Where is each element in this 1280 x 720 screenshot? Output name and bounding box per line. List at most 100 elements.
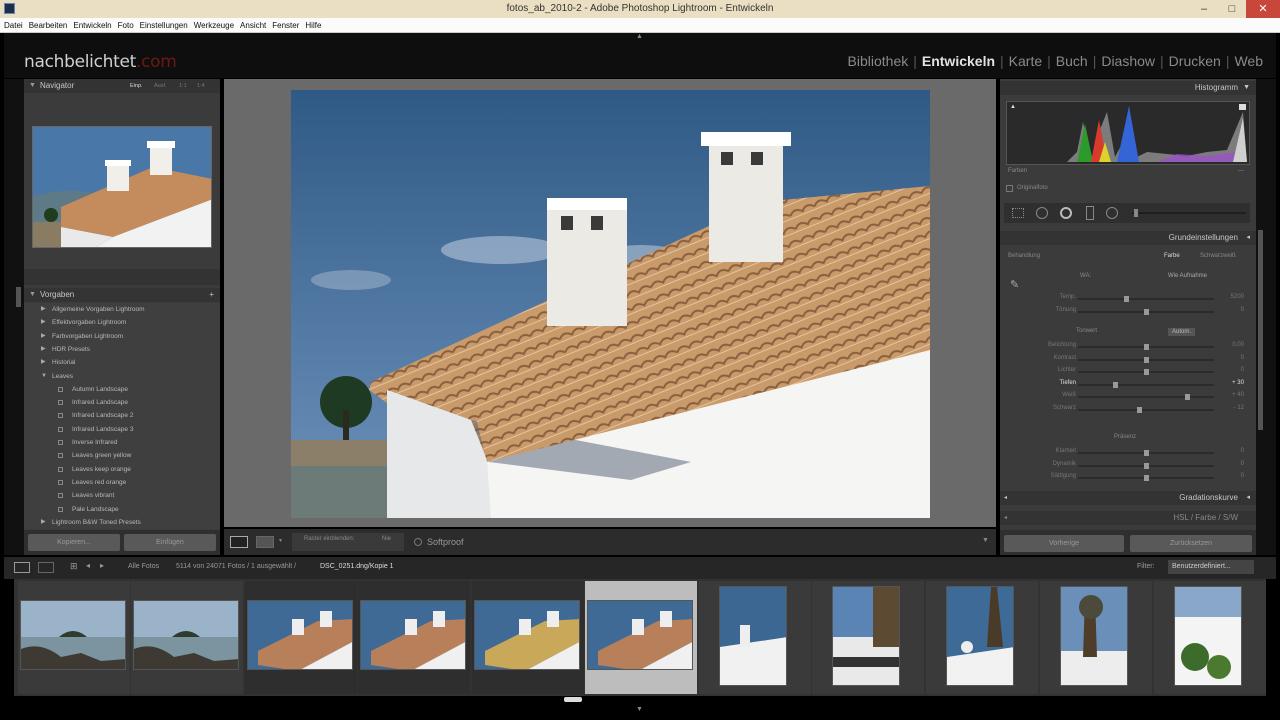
slider-track[interactable]: [1078, 475, 1214, 481]
hsl-header[interactable]: ◂ HSL / Farbe / S/W: [1000, 511, 1256, 525]
filmstrip-thumbnail[interactable]: [946, 586, 1014, 686]
slider-track[interactable]: [1078, 296, 1214, 302]
slider-value[interactable]: - 12: [1204, 405, 1244, 411]
loupe-view-icon[interactable]: [230, 536, 248, 548]
preset-item[interactable]: Pale Landscape: [24, 503, 220, 516]
slider-value[interactable]: 0: [1204, 448, 1244, 454]
filmstrip-thumbnail[interactable]: [247, 600, 353, 670]
previous-button[interactable]: Vorherige: [1004, 535, 1124, 552]
slider-knob[interactable]: [1185, 394, 1191, 400]
module-web[interactable]: Web: [1229, 53, 1268, 69]
preset-item[interactable]: Leaves red orange: [24, 476, 220, 489]
preset-folder[interactable]: ▶ Lightroom B&W Toned Presets: [24, 516, 220, 529]
preset-item[interactable]: Leaves keep orange: [24, 463, 220, 476]
folder-triangle-icon[interactable]: ▼: [41, 370, 47, 383]
histogram-header[interactable]: Histogramm ▼: [1000, 81, 1256, 95]
slider-track[interactable]: [1078, 309, 1214, 315]
folder-triangle-icon[interactable]: ▶: [41, 316, 46, 329]
presets-header[interactable]: ▼ Vorgaben +: [24, 288, 220, 302]
grid-overlay-control[interactable]: Raster einblenden: Nie: [292, 533, 404, 551]
module-buch[interactable]: Buch: [1051, 53, 1093, 69]
folder-triangle-icon[interactable]: ▶: [41, 516, 46, 529]
zoom-fit[interactable]: Einp.: [130, 79, 143, 93]
basic-header[interactable]: Grundeinstellungen ◂: [1000, 231, 1256, 245]
slider-track[interactable]: [1078, 344, 1214, 350]
slider-value[interactable]: + 40: [1204, 392, 1244, 398]
module-diashow[interactable]: Diashow: [1096, 53, 1160, 69]
zoom-1-1[interactable]: 1:1: [179, 79, 187, 93]
graduated-filter-icon[interactable]: [1086, 206, 1094, 220]
zoom-1-4[interactable]: 1:4: [197, 79, 205, 93]
menu-datei[interactable]: Datei: [0, 18, 25, 30]
close-button[interactable]: ✕: [1246, 0, 1280, 18]
main-window-icon[interactable]: [14, 562, 30, 573]
radial-filter-icon[interactable]: [1106, 207, 1118, 219]
grid-icon[interactable]: ⊞: [70, 561, 78, 572]
slider-track[interactable]: [1078, 356, 1214, 363]
left-panel-toggle[interactable]: [16, 287, 21, 307]
color-tab[interactable]: Farbe: [1195, 513, 1216, 522]
copy-settings-button[interactable]: Kopieren...: [28, 534, 120, 551]
menu-foto[interactable]: Foto: [114, 18, 136, 30]
preset-folder[interactable]: ▶ HDR Presets: [24, 343, 220, 356]
forward-icon[interactable]: ▸: [100, 561, 104, 570]
slider-knob[interactable]: [1143, 356, 1149, 363]
filmstrip-thumbnail[interactable]: [1060, 586, 1128, 686]
filmstrip-thumbnail[interactable]: [832, 586, 900, 686]
filmstrip-thumbnail[interactable]: [360, 600, 466, 670]
menu-werkzeuge[interactable]: Werkzeuge: [190, 18, 236, 30]
brush-slider[interactable]: [1132, 212, 1246, 214]
hsl-tab[interactable]: HSL: [1173, 513, 1188, 522]
highlight-clipping-icon[interactable]: [1239, 104, 1246, 110]
slider-value[interactable]: 0: [1204, 355, 1244, 361]
slider-value[interactable]: 0,00: [1204, 342, 1244, 348]
menu-hilfe[interactable]: Hilfe: [301, 18, 323, 30]
back-icon[interactable]: ◂: [86, 561, 90, 570]
filmstrip-scroll-thumb[interactable]: [564, 697, 582, 702]
filmstrip-thumbnail[interactable]: [133, 600, 239, 670]
preset-folder[interactable]: ▶ Historial: [24, 356, 220, 369]
main-photo[interactable]: [291, 90, 930, 518]
menu-einstellungen[interactable]: Einstellungen: [136, 18, 190, 30]
slider-knob[interactable]: [1143, 475, 1149, 481]
wb-eyedropper-icon[interactable]: ✎: [1010, 278, 1019, 291]
filmstrip-thumbnail[interactable]: [587, 600, 693, 670]
slider-track[interactable]: [1078, 369, 1214, 375]
red-eye-icon[interactable]: [1060, 207, 1072, 219]
crop-tool-icon[interactable]: [1012, 208, 1024, 218]
navigator-header[interactable]: ▼ Navigator Einp. Ausf. 1:1 1:4: [24, 79, 220, 93]
preset-folder[interactable]: ▶ Effektvorgaben Lightroom: [24, 316, 220, 329]
slider-value[interactable]: + 30: [1204, 380, 1244, 386]
slider-value[interactable]: 0: [1204, 367, 1244, 373]
filter-select[interactable]: Benutzerdefiniert...: [1168, 560, 1254, 574]
menu-ansicht[interactable]: Ansicht: [236, 18, 268, 30]
filmstrip-thumbnail[interactable]: [20, 600, 126, 670]
original-photo-checkbox[interactable]: [1006, 185, 1013, 192]
toolbar-menu-icon[interactable]: ▼: [982, 537, 989, 544]
auto-tone-button[interactable]: Autom.: [1168, 328, 1196, 336]
folder-triangle-icon[interactable]: ▶: [41, 303, 46, 316]
slider-value[interactable]: 0: [1204, 473, 1244, 479]
module-bibliothek[interactable]: Bibliothek: [843, 53, 914, 69]
slider-track[interactable]: [1078, 381, 1214, 388]
softproof-checkbox[interactable]: [414, 538, 422, 546]
preset-item[interactable]: Infrared Landscape 3: [24, 423, 220, 436]
folder-triangle-icon[interactable]: ▶: [41, 343, 46, 356]
compare-view-icon[interactable]: [256, 536, 274, 548]
slider-track[interactable]: [1078, 406, 1214, 413]
preset-item[interactable]: Autumn Landscape: [24, 383, 220, 396]
preset-item[interactable]: Inverse Infrared: [24, 436, 220, 449]
slider-knob[interactable]: [1143, 369, 1149, 375]
bottom-panel-toggle-icon[interactable]: ▼: [636, 706, 643, 713]
preset-folder[interactable]: ▶ Farbvorgaben Lightroom: [24, 330, 220, 343]
module-karte[interactable]: Karte: [1004, 53, 1047, 69]
slider-track[interactable]: [1078, 394, 1214, 400]
shadow-clipping-icon[interactable]: ▲: [1010, 104, 1016, 110]
filmstrip-thumbnail[interactable]: [474, 600, 580, 670]
preset-item[interactable]: Infrared Landscape 2: [24, 409, 220, 422]
slider-value[interactable]: 0: [1204, 307, 1244, 313]
preset-item[interactable]: Infrared Landscape: [24, 396, 220, 409]
slider-knob[interactable]: [1143, 344, 1149, 350]
preset-folder[interactable]: ▼ Leaves: [24, 370, 220, 383]
slider-knob[interactable]: [1113, 381, 1119, 388]
